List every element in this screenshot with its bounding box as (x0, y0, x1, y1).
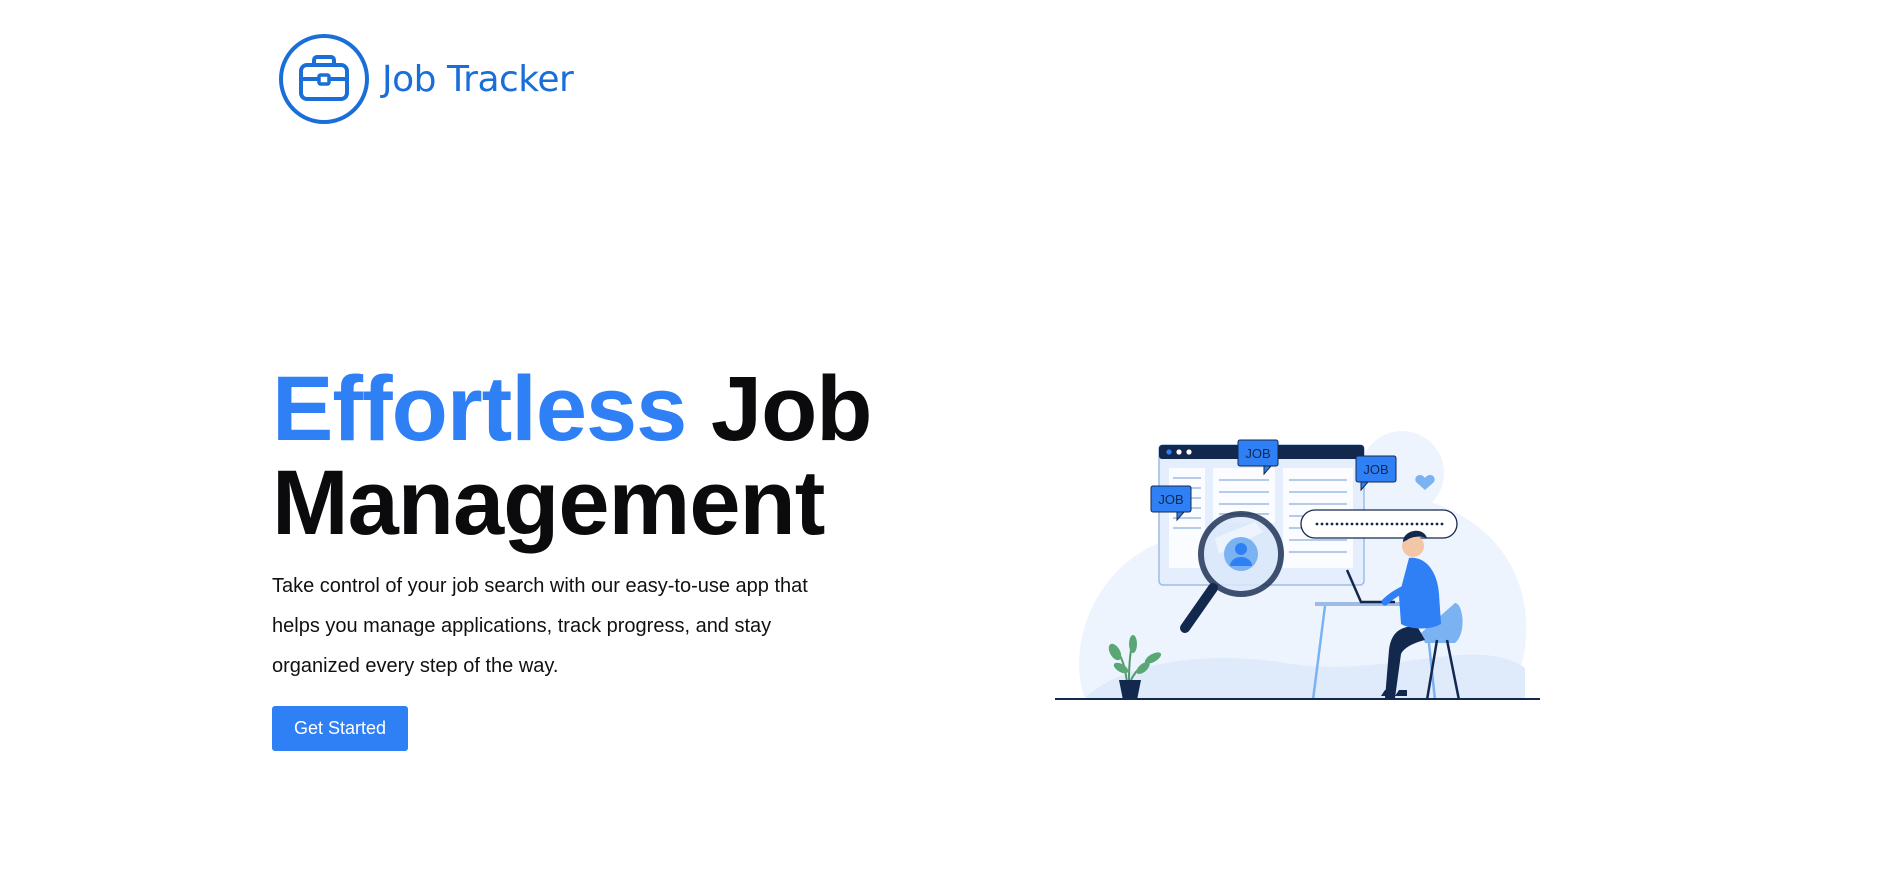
job-search-illustration: JOB JOB JOB (1055, 431, 1540, 700)
brand-logo-link[interactable]: Job Tracker (278, 33, 574, 125)
hero-description: Take control of your job search with our… (272, 575, 808, 677)
landing-page: Job Tracker Effortless Job Management Ta… (0, 0, 1895, 896)
svg-text:JOB: JOB (1158, 492, 1183, 507)
hero-title-accent: Effortless (272, 358, 687, 460)
hero-title-word-job: Job (710, 358, 873, 460)
hero-title-line2: Management (272, 452, 825, 554)
brand-name: Job Tracker (382, 58, 574, 100)
briefcase-icon (279, 34, 369, 124)
get-started-button[interactable]: Get Started (272, 706, 408, 751)
svg-text:JOB: JOB (1363, 462, 1388, 477)
hero-title: Effortless Job Management (272, 362, 872, 550)
svg-text:JOB: JOB (1245, 446, 1270, 461)
